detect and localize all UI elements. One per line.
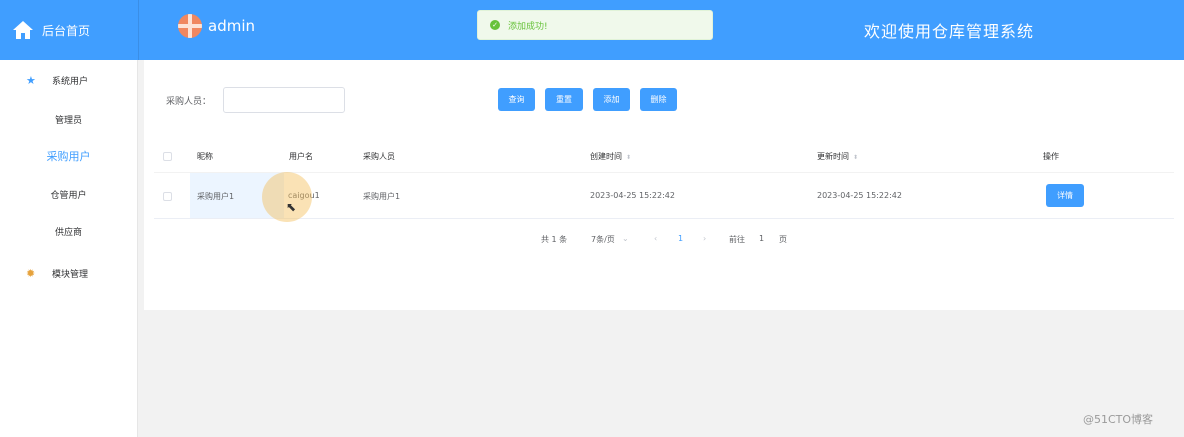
table-row-divider <box>154 218 1174 219</box>
user-info[interactable]: admin <box>178 14 255 38</box>
column-header: 昵称 <box>197 152 213 161</box>
detail-button[interactable]: 详情 <box>1046 184 1084 207</box>
header-divider <box>138 0 139 60</box>
star-icon: ★ <box>26 73 36 87</box>
watermark: @51CTO博客 <box>1083 413 1154 426</box>
top-header: 后台首页 admin ✓ 添加成功! 欢迎使用仓库管理系统 <box>0 0 1184 60</box>
search-label: 采购人员： <box>166 97 212 107</box>
goto-label: 前往 <box>729 235 745 244</box>
purchaser-search-input[interactable] <box>223 87 345 113</box>
row-checkbox[interactable] <box>163 192 172 201</box>
column-header-created[interactable]: 创建时间 ⬍ <box>590 151 631 162</box>
reset-button[interactable]: 重置 <box>545 88 583 111</box>
page-number-current[interactable]: 1 <box>678 234 683 243</box>
cell-updated-time: 2023-04-25 15:22:42 <box>817 191 902 200</box>
avatar[interactable] <box>178 14 202 38</box>
success-toast: ✓ 添加成功! <box>477 10 713 40</box>
sort-icon[interactable]: ⬍ <box>626 154 631 161</box>
home-icon <box>13 21 33 39</box>
add-button[interactable]: 添加 <box>593 88 630 111</box>
cell-purchaser: 采购用户1 <box>363 192 401 201</box>
toast-message: 添加成功! <box>508 21 548 32</box>
sidebar-item-admin[interactable]: 管理员 <box>0 109 137 129</box>
cell-created-time: 2023-04-25 15:22:42 <box>590 191 675 200</box>
query-button[interactable]: 查询 <box>498 88 535 111</box>
prev-page-button[interactable]: ‹ <box>654 234 657 243</box>
sidebar-item-label: 供应商 <box>54 227 82 238</box>
column-header: 采购人员 <box>363 152 395 161</box>
column-header: 用户名 <box>289 152 313 161</box>
menu-group-system-users[interactable]: ★ 系统用户 <box>0 70 137 90</box>
sidebar: ★ 系统用户 管理员 采购用户 仓管用户 供应商 ✹ 模块管理 <box>0 60 138 437</box>
column-header-updated[interactable]: 更新时间 ⬍ <box>817 151 858 162</box>
menu-group-label: 模块管理 <box>52 269 89 280</box>
gear-icon: ✹ <box>26 266 36 280</box>
page-suffix: 页 <box>779 235 787 244</box>
page-size-select[interactable]: 7条/页 <box>591 234 615 245</box>
sidebar-item-suppliers[interactable]: 供应商 <box>0 221 137 241</box>
sort-icon[interactable]: ⬍ <box>853 154 858 161</box>
sidebar-item-warehouse-users[interactable]: 仓管用户 <box>0 184 137 204</box>
pagination-total: 共 1 条 <box>541 235 568 244</box>
user-name: admin <box>208 17 255 35</box>
delete-button[interactable]: 删除 <box>640 88 677 111</box>
sidebar-item-label: 管理员 <box>54 115 82 126</box>
menu-group-label: 系统用户 <box>52 76 89 87</box>
menu-group-modules[interactable]: ✹ 模块管理 <box>0 263 137 283</box>
column-header: 操作 <box>1043 152 1059 161</box>
column-header-label: 创建时间 <box>590 152 622 161</box>
home-label: 后台首页 <box>42 23 91 38</box>
success-check-icon: ✓ <box>490 20 500 30</box>
mouse-cursor-icon: ⬉ <box>286 200 297 214</box>
column-header-label: 更新时间 <box>817 152 849 161</box>
cell-nickname: 采购用户1 <box>197 192 235 201</box>
welcome-title: 欢迎使用仓库管理系统 <box>864 22 1035 41</box>
select-all-checkbox[interactable] <box>163 152 172 161</box>
sidebar-item-purchase-users[interactable]: 采购用户 <box>0 146 137 166</box>
goto-page-input[interactable]: 1 <box>759 234 764 243</box>
sidebar-item-label: 采购用户 <box>46 150 91 163</box>
cursor-highlight <box>262 172 312 222</box>
table-header-divider <box>154 172 1174 173</box>
home-link[interactable]: 后台首页 <box>0 0 138 60</box>
next-page-button[interactable]: › <box>703 234 706 243</box>
page-size-chevron-icon[interactable]: ⌄ <box>622 234 629 243</box>
sidebar-item-label: 仓管用户 <box>50 190 87 201</box>
